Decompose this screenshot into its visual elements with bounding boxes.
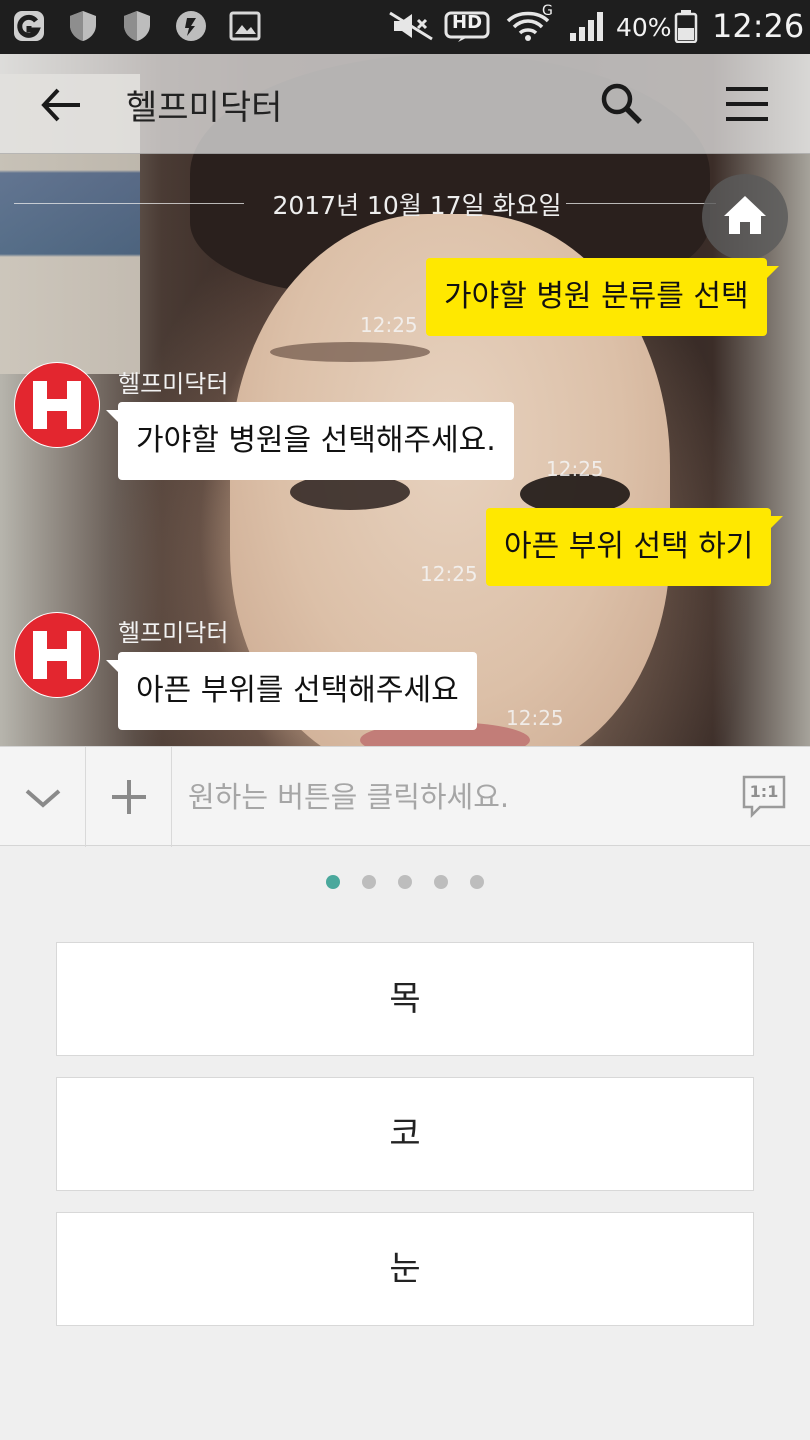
signal-icon [570, 12, 603, 41]
gallery-icon [229, 11, 261, 41]
page-indicator [0, 875, 810, 891]
quick-reply-button-neck[interactable]: 목 [56, 942, 754, 1056]
attach-button[interactable] [86, 747, 172, 847]
page-dot[interactable] [398, 875, 412, 889]
bot-sender-name: 헬프미닥터 [118, 370, 229, 398]
quick-reply-button-nose[interactable]: 코 [56, 1077, 754, 1191]
location-badge-icon [176, 11, 206, 41]
hamburger-menu-icon[interactable] [724, 84, 770, 124]
message-input[interactable] [188, 775, 708, 819]
hospital-h-icon [15, 363, 99, 447]
divider-line [14, 203, 244, 204]
one-to-one-chat-button[interactable]: 1:1 [740, 773, 788, 821]
bot-avatar[interactable] [14, 612, 100, 698]
home-icon [724, 196, 766, 234]
status-bar: HD G 40% 12:26 [0, 0, 810, 54]
bot-message-bubble[interactable]: 아픈 부위를 선택해주세요 [106, 652, 477, 730]
search-icon[interactable] [598, 80, 644, 126]
bot-message-bubble[interactable]: 가야할 병원을 선택해주세요. [106, 402, 514, 480]
message-time: 12:25 [420, 562, 478, 586]
divider-line [566, 203, 716, 204]
quick-reply-button-eye[interactable]: 눈 [56, 1212, 754, 1326]
message-time: 12:25 [546, 457, 604, 481]
message-time: 12:25 [506, 706, 564, 730]
home-button[interactable] [702, 174, 788, 260]
my-message-bubble[interactable]: 아픈 부위 선택 하기 [486, 508, 784, 586]
hospital-h-icon [15, 613, 99, 697]
plus-icon [112, 780, 146, 814]
one-to-one-label: 1:1 [749, 782, 779, 801]
date-divider: 2017년 10월 17일 화요일 [14, 186, 716, 222]
chat-title: 헬프미닥터 [126, 88, 283, 128]
message-input-bar: 1:1 [0, 746, 810, 847]
mute-icon [389, 11, 433, 41]
date-divider-text: 2017년 10월 17일 화요일 [272, 191, 562, 220]
quick-reply-panel: 목 코 눈 [0, 847, 810, 1440]
clock: 12:26 [712, 7, 805, 45]
message-time: 12:25 [360, 313, 418, 337]
page-dot[interactable] [470, 875, 484, 889]
bot-sender-name: 헬프미닥터 [118, 619, 229, 647]
screen: HD G 40% 12:26 헬프미닥터 2017년 10월 17일 화요일 1… [0, 0, 810, 1440]
background-photo-brow [270, 342, 430, 362]
arrow-left-icon[interactable] [36, 80, 86, 130]
wifi-badge: G [542, 3, 553, 19]
chevron-down-icon [25, 789, 61, 808]
page-dot-active[interactable] [326, 875, 340, 889]
app-bar: 헬프미닥터 [0, 54, 810, 154]
battery-percent: 40% [616, 13, 672, 42]
shield-icon [70, 11, 96, 41]
battery-icon [674, 10, 698, 43]
page-dot[interactable] [362, 875, 376, 889]
page-dot[interactable] [434, 875, 448, 889]
app-g-icon [14, 11, 44, 41]
collapse-button[interactable] [0, 747, 86, 847]
bot-avatar[interactable] [14, 362, 100, 448]
hd-label: HD [452, 12, 483, 33]
my-message-bubble[interactable]: 가야할 병원 분류를 선택 [426, 258, 779, 336]
shield-icon [124, 11, 150, 41]
